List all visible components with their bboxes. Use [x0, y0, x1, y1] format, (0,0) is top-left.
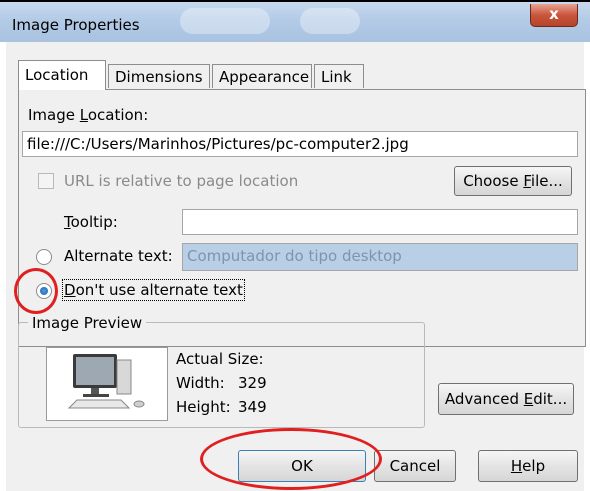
dont-use-alt-text-label: Don't use alternate text: [62, 279, 245, 301]
url-relative-label: URL is relative to page location: [64, 172, 299, 190]
cancel-button[interactable]: Cancel: [374, 450, 456, 482]
dont-use-alt-text-radio[interactable]: [36, 283, 52, 299]
title-bar-decoration: [300, 8, 360, 34]
help-button[interactable]: Help: [478, 450, 578, 482]
close-button[interactable]: x: [530, 4, 578, 27]
ok-button[interactable]: OK: [238, 450, 366, 482]
image-preview-title: Image Preview: [28, 314, 147, 332]
actual-size-label: Actual Size:: [176, 350, 264, 368]
url-relative-checkbox[interactable]: [38, 173, 54, 189]
alternate-text-input[interactable]: Computador do tipo desktop: [182, 243, 578, 271]
tab-dimensions-label: Dimensions: [115, 68, 203, 86]
choose-file-button[interactable]: Choose File...: [454, 166, 572, 196]
title-bar[interactable]: Image Properties x: [0, 2, 590, 42]
width-label: Width:: [176, 374, 225, 392]
alternate-text-radio[interactable]: [36, 249, 52, 265]
advanced-edit-button[interactable]: Advanced Edit...: [438, 383, 574, 415]
image-location-input[interactable]: file:///C:/Users/Marinhos/Pictures/pc-co…: [22, 131, 578, 157]
tab-location-label: Location: [25, 66, 89, 84]
tooltip-label: Tooltip:: [64, 213, 118, 231]
computer-thumbnail-icon: [67, 354, 145, 409]
height-label: Height:: [176, 398, 231, 416]
tab-appearance[interactable]: Appearance: [212, 64, 312, 88]
width-value: 329: [238, 374, 267, 392]
tab-link-label: Link: [321, 68, 352, 86]
close-icon: x: [549, 5, 559, 23]
image-location-label: Image Location:: [28, 106, 149, 124]
tab-link[interactable]: Link: [314, 64, 364, 88]
alternate-text-label: Alternate text:: [64, 247, 173, 265]
tooltip-input[interactable]: [182, 209, 578, 235]
tab-dimensions[interactable]: Dimensions: [108, 64, 210, 88]
image-preview-thumbnail: [46, 347, 168, 421]
title-bar-decoration: [180, 8, 270, 34]
dialog-body: Location Dimensions Appearance Link Imag…: [6, 42, 586, 491]
window-title: Image Properties: [12, 16, 140, 34]
tab-appearance-label: Appearance: [219, 68, 310, 86]
tab-location[interactable]: Location: [18, 60, 106, 90]
height-value: 349: [238, 398, 267, 416]
